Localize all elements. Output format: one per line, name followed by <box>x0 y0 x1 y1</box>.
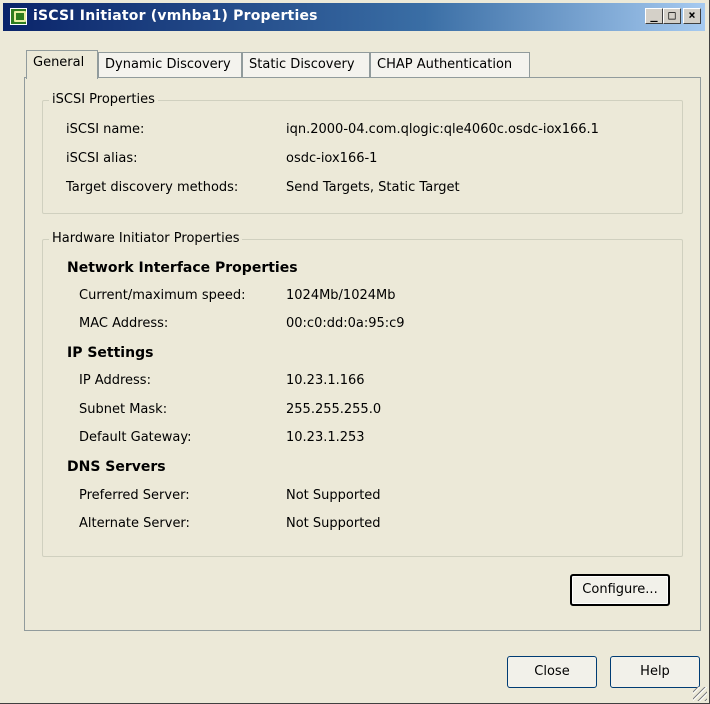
tab-dynamic-discovery[interactable]: Dynamic Discovery <box>98 52 242 77</box>
tab-general[interactable]: General <box>26 50 98 79</box>
default-gateway-label: Default Gateway: <box>79 430 192 445</box>
ip-settings-heading: IP Settings <box>67 345 154 361</box>
configure-button[interactable]: Configure... <box>570 574 670 606</box>
iscsi-properties-title: iSCSI Properties <box>49 92 158 108</box>
iscsi-name-label: iSCSI name: <box>66 122 145 137</box>
close-window-button[interactable]: × <box>683 8 701 24</box>
hardware-initiator-group: Hardware Initiator Properties <box>42 231 683 557</box>
iscsi-alias-label: iSCSI alias: <box>66 151 138 166</box>
minimize-button[interactable]: _ <box>645 8 663 24</box>
discovery-methods-label: Target discovery methods: <box>66 180 239 195</box>
iscsi-alias-value: osdc-iox166-1 <box>286 151 378 166</box>
title-bar[interactable]: iSCSI Initiator (vmhba1) Properties _ □ … <box>3 3 705 31</box>
maximize-button[interactable]: □ <box>663 8 681 24</box>
help-button[interactable]: Help <box>610 656 700 688</box>
ip-address-label: IP Address: <box>79 373 151 388</box>
subnet-mask-label: Subnet Mask: <box>79 402 168 417</box>
properties-dialog: iSCSI Initiator (vmhba1) Properties _ □ … <box>0 0 710 704</box>
tab-static-discovery[interactable]: Static Discovery <box>242 52 370 77</box>
speed-value: 1024Mb/1024Mb <box>286 288 396 303</box>
discovery-methods-value: Send Targets, Static Target <box>286 180 460 195</box>
hardware-initiator-title: Hardware Initiator Properties <box>49 231 243 247</box>
subnet-mask-value: 255.255.255.0 <box>286 402 382 417</box>
default-gateway-value: 10.23.1.253 <box>286 430 365 445</box>
ip-address-value: 10.23.1.166 <box>286 373 365 388</box>
mac-address-label: MAC Address: <box>79 316 169 331</box>
vsphere-app-icon <box>10 8 27 25</box>
alternate-server-value: Not Supported <box>286 516 381 531</box>
network-interface-heading: Network Interface Properties <box>67 260 298 276</box>
dns-servers-heading: DNS Servers <box>67 459 166 475</box>
mac-address-value: 00:c0:dd:0a:95:c9 <box>286 316 405 331</box>
close-button[interactable]: Close <box>507 656 597 688</box>
window-title: iSCSI Initiator (vmhba1) Properties <box>33 8 318 24</box>
resize-grip-icon[interactable] <box>693 687 707 701</box>
tab-chap-authentication[interactable]: CHAP Authentication <box>370 52 530 77</box>
preferred-server-value: Not Supported <box>286 488 381 503</box>
alternate-server-label: Alternate Server: <box>79 516 190 531</box>
speed-label: Current/maximum speed: <box>79 288 246 303</box>
iscsi-name-value: iqn.2000-04.com.qlogic:qle4060c.osdc-iox… <box>286 122 599 137</box>
preferred-server-label: Preferred Server: <box>79 488 190 503</box>
